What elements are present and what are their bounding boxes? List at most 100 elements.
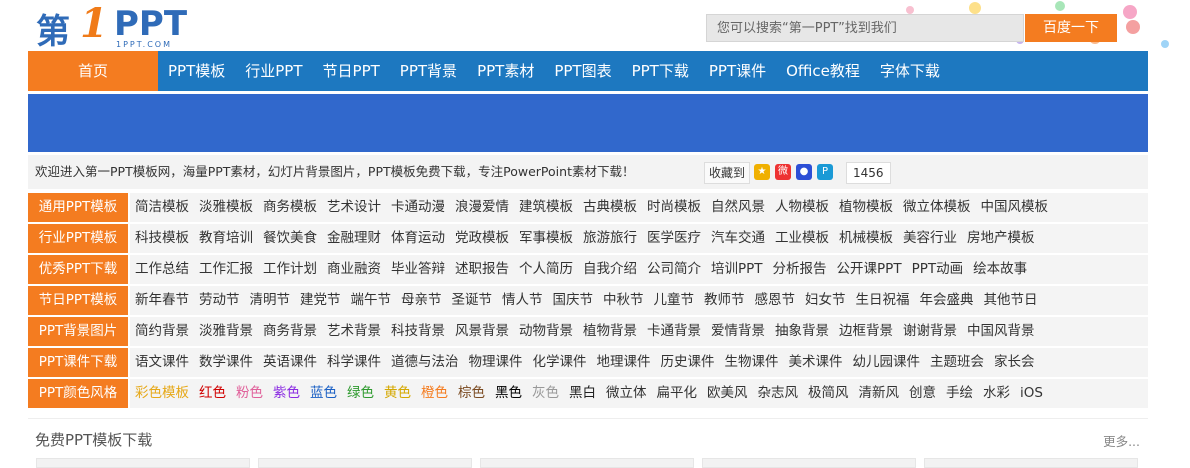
category-link[interactable]: 时尚模板 xyxy=(642,193,706,222)
nav-home[interactable]: 首页 xyxy=(28,51,158,91)
category-link[interactable]: 棕色 xyxy=(453,379,490,408)
category-link[interactable]: 餐饮美食 xyxy=(258,224,322,253)
category-link[interactable]: 艺术设计 xyxy=(322,193,386,222)
nav-ppt-courseware[interactable]: PPT课件 xyxy=(699,51,776,91)
category-link[interactable]: 生物课件 xyxy=(720,348,784,377)
category-link[interactable]: 劳动节 xyxy=(194,286,245,315)
category-link[interactable]: 风景背景 xyxy=(450,317,514,346)
category-link[interactable]: 中秋节 xyxy=(598,286,649,315)
category-link[interactable]: PPT动画 xyxy=(907,255,969,284)
nav-ppt-materials[interactable]: PPT素材 xyxy=(467,51,544,91)
template-card[interactable] xyxy=(480,458,694,468)
category-label[interactable]: 通用PPT模板 xyxy=(28,193,128,222)
category-link[interactable]: 母亲节 xyxy=(396,286,447,315)
template-card[interactable] xyxy=(702,458,916,468)
category-link[interactable]: 工作汇报 xyxy=(194,255,258,284)
category-link[interactable]: 军事模板 xyxy=(514,224,578,253)
category-link[interactable]: 教育培训 xyxy=(194,224,258,253)
category-link[interactable]: 植物模板 xyxy=(834,193,898,222)
category-link[interactable]: 水彩 xyxy=(978,379,1015,408)
category-link[interactable]: iOS xyxy=(1015,379,1048,408)
category-link[interactable]: 体育运动 xyxy=(386,224,450,253)
category-link[interactable]: 家长会 xyxy=(989,348,1040,377)
category-link[interactable]: 汽车交通 xyxy=(706,224,770,253)
category-link[interactable]: 简约背景 xyxy=(130,317,194,346)
weibo-icon[interactable]: 微 xyxy=(775,164,791,180)
category-link[interactable]: 生日祝福 xyxy=(851,286,915,315)
category-link[interactable]: 机械模板 xyxy=(834,224,898,253)
category-link[interactable]: 彩色模板 xyxy=(130,379,194,408)
category-link[interactable]: 道德与法治 xyxy=(386,348,464,377)
category-link[interactable]: 党政模板 xyxy=(450,224,514,253)
category-link[interactable]: 端午节 xyxy=(346,286,397,315)
category-link[interactable]: 商务模板 xyxy=(258,193,322,222)
baidu-icon[interactable]: ● xyxy=(796,164,812,180)
category-link[interactable]: 商业融资 xyxy=(322,255,386,284)
category-link[interactable]: 黄色 xyxy=(379,379,416,408)
category-link[interactable]: 工业模板 xyxy=(770,224,834,253)
category-link[interactable]: 工作计划 xyxy=(258,255,322,284)
category-link[interactable]: 动物背景 xyxy=(514,317,578,346)
category-link[interactable]: 绘本故事 xyxy=(968,255,1032,284)
category-link[interactable]: 抽象背景 xyxy=(770,317,834,346)
nav-ppt-charts[interactable]: PPT图表 xyxy=(544,51,621,91)
category-link[interactable]: 工作总结 xyxy=(130,255,194,284)
category-link[interactable]: 清明节 xyxy=(245,286,296,315)
category-link[interactable]: 儿童节 xyxy=(649,286,700,315)
shortcut-icon[interactable]: P xyxy=(817,164,833,180)
category-label[interactable]: 节日PPT模板 xyxy=(28,286,128,315)
category-link[interactable]: 历史课件 xyxy=(656,348,720,377)
category-link[interactable]: 公司简介 xyxy=(642,255,706,284)
category-link[interactable]: 感恩节 xyxy=(750,286,801,315)
category-label[interactable]: PPT背景图片 xyxy=(28,317,128,346)
template-card[interactable] xyxy=(36,458,250,468)
category-link[interactable]: 化学课件 xyxy=(528,348,592,377)
category-link[interactable]: 黑色 xyxy=(490,379,527,408)
category-link[interactable]: 灰色 xyxy=(527,379,564,408)
category-link[interactable]: 金融理财 xyxy=(322,224,386,253)
category-link[interactable]: 手绘 xyxy=(941,379,978,408)
category-link[interactable]: 美容行业 xyxy=(898,224,962,253)
category-link[interactable]: 主题班会 xyxy=(925,348,989,377)
nav-font-download[interactable]: 字体下载 xyxy=(870,51,950,91)
search-input[interactable] xyxy=(707,15,1027,41)
category-link[interactable]: 艺术背景 xyxy=(322,317,386,346)
category-link[interactable]: 妇女节 xyxy=(800,286,851,315)
category-link[interactable]: 清新风 xyxy=(854,379,905,408)
nav-office-tutorials[interactable]: Office教程 xyxy=(776,51,870,91)
category-link[interactable]: 国庆节 xyxy=(548,286,599,315)
category-link[interactable]: 古典模板 xyxy=(578,193,642,222)
category-link[interactable]: 创意 xyxy=(904,379,941,408)
category-link[interactable]: 中国风背景 xyxy=(962,317,1040,346)
category-link[interactable]: 谢谢背景 xyxy=(898,317,962,346)
category-link[interactable]: 中国风模板 xyxy=(976,193,1054,222)
category-link[interactable]: 情人节 xyxy=(497,286,548,315)
nav-ppt-templates[interactable]: PPT模板 xyxy=(158,51,235,91)
category-link[interactable]: 个人简历 xyxy=(514,255,578,284)
category-link[interactable]: 橙色 xyxy=(416,379,453,408)
nav-industry-ppt[interactable]: 行业PPT xyxy=(235,51,312,91)
category-link[interactable]: 微立体 xyxy=(601,379,652,408)
template-card[interactable] xyxy=(258,458,472,468)
category-link[interactable]: 扁平化 xyxy=(652,379,703,408)
category-link[interactable]: 欧美风 xyxy=(702,379,753,408)
category-link[interactable]: 建筑模板 xyxy=(514,193,578,222)
category-label[interactable]: PPT课件下载 xyxy=(28,348,128,377)
nav-ppt-backgrounds[interactable]: PPT背景 xyxy=(390,51,467,91)
category-link[interactable]: 植物背景 xyxy=(578,317,642,346)
category-link[interactable]: 简洁模板 xyxy=(130,193,194,222)
category-link[interactable]: 毕业答辩 xyxy=(386,255,450,284)
category-link[interactable]: 幼儿园课件 xyxy=(848,348,926,377)
template-card[interactable] xyxy=(924,458,1138,468)
category-label[interactable]: 行业PPT模板 xyxy=(28,224,128,253)
category-link[interactable]: 紫色 xyxy=(268,379,305,408)
category-link[interactable]: 分析报告 xyxy=(768,255,832,284)
category-link[interactable]: 物理课件 xyxy=(464,348,528,377)
category-link[interactable]: 红色 xyxy=(194,379,231,408)
nav-festival-ppt[interactable]: 节日PPT xyxy=(313,51,390,91)
category-link[interactable]: 极简风 xyxy=(803,379,854,408)
category-link[interactable]: 数学课件 xyxy=(194,348,258,377)
category-link[interactable]: 英语课件 xyxy=(258,348,322,377)
category-link[interactable]: 卡通动漫 xyxy=(386,193,450,222)
category-link[interactable]: 爱情背景 xyxy=(706,317,770,346)
